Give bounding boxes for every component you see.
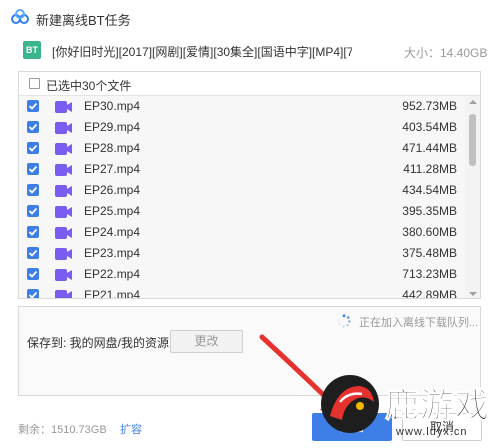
video-file-icon bbox=[55, 122, 73, 134]
file-name: EP24.mp4 bbox=[84, 225, 141, 239]
video-file-icon bbox=[55, 290, 73, 298]
queue-status-text: 正在加入离线下载队列... bbox=[359, 317, 479, 329]
watermark-deer-logo-icon bbox=[321, 375, 379, 433]
scroll-up-arrow-icon[interactable] bbox=[469, 100, 477, 104]
file-name: EP29.mp4 bbox=[84, 120, 141, 134]
file-list-scrollbar[interactable] bbox=[465, 96, 480, 298]
scrollbar-thumb[interactable] bbox=[469, 114, 476, 166]
file-name: EP25.mp4 bbox=[84, 204, 141, 218]
file-size: 471.44MB bbox=[402, 141, 457, 155]
file-size: 442.89MB bbox=[402, 288, 457, 299]
file-checkbox[interactable] bbox=[27, 163, 39, 175]
file-checkbox[interactable] bbox=[27, 247, 39, 259]
file-checkbox[interactable] bbox=[27, 184, 39, 196]
file-row[interactable]: EP24.mp4 380.60MB bbox=[19, 222, 465, 243]
file-size: 952.73MB bbox=[402, 99, 457, 113]
video-file-icon bbox=[55, 185, 73, 197]
file-name: EP30.mp4 bbox=[84, 99, 141, 113]
remaining-space-text: 剩余：1510.73GB bbox=[18, 424, 107, 436]
file-checkbox[interactable] bbox=[27, 205, 39, 217]
file-size: 411.28MB bbox=[403, 162, 457, 176]
video-file-icon bbox=[55, 227, 73, 239]
file-row[interactable]: EP25.mp4 395.35MB bbox=[19, 201, 465, 222]
file-row[interactable]: EP29.mp4 403.54MB bbox=[19, 117, 465, 138]
file-checkbox[interactable] bbox=[27, 289, 39, 298]
file-size: 403.54MB bbox=[402, 120, 457, 134]
torrent-size: 大小：14.40GB bbox=[404, 46, 488, 60]
file-name: EP27.mp4 bbox=[84, 162, 141, 176]
loading-spinner-icon bbox=[338, 314, 351, 328]
file-checkbox[interactable] bbox=[27, 226, 39, 238]
expand-storage-link[interactable]: 扩容 bbox=[120, 421, 142, 437]
file-list: 已选中30个文件 EP30.mp4 952.73MB EP29.mp4 403.54M… bbox=[18, 71, 481, 299]
window-title: 新建离线BT任务 bbox=[36, 13, 131, 28]
video-file-icon bbox=[55, 101, 73, 113]
video-file-icon bbox=[55, 143, 73, 155]
file-row[interactable]: EP22.mp4 713.23MB bbox=[19, 264, 465, 285]
watermark-brand: 鹿游戏 bbox=[385, 386, 490, 427]
video-file-icon bbox=[55, 164, 73, 176]
title-bar: 新建离线BT任务 bbox=[0, 0, 500, 34]
file-name: EP26.mp4 bbox=[84, 183, 141, 197]
file-size: 380.60MB bbox=[402, 225, 457, 239]
file-checkbox[interactable] bbox=[27, 121, 39, 133]
change-location-button[interactable]: 更改 bbox=[170, 330, 243, 353]
file-name: EP28.mp4 bbox=[84, 141, 141, 155]
file-name: EP23.mp4 bbox=[84, 246, 141, 260]
file-size: 375.48MB bbox=[402, 246, 457, 260]
select-all-label[interactable]: 已选中30个文件 bbox=[46, 77, 131, 94]
file-rows: EP30.mp4 952.73MB EP29.mp4 403.54MB EP28.mp4… bbox=[19, 96, 480, 299]
bt-file-icon: BT bbox=[23, 41, 41, 59]
video-file-icon bbox=[55, 206, 73, 218]
video-file-icon bbox=[55, 248, 73, 260]
watermark-url: www.luyx.cn bbox=[396, 426, 468, 438]
video-file-icon bbox=[55, 269, 73, 281]
save-location-label: 保存到: 我的网盘/我的资源 bbox=[27, 336, 170, 350]
file-size: 713.23MB bbox=[402, 267, 457, 281]
file-checkbox[interactable] bbox=[27, 268, 39, 280]
torrent-name: [你好旧时光][2017][网剧][爱情][30集全][国语中字][MP4][7… bbox=[52, 45, 352, 59]
file-list-header: 已选中30个文件 bbox=[19, 72, 480, 96]
file-checkbox[interactable] bbox=[27, 142, 39, 154]
select-all-checkbox[interactable] bbox=[29, 78, 40, 89]
scroll-down-arrow-icon[interactable] bbox=[469, 292, 477, 296]
file-row[interactable]: EP30.mp4 952.73MB bbox=[19, 96, 465, 117]
file-size: 434.54MB bbox=[402, 183, 457, 197]
file-size: 395.35MB bbox=[402, 204, 457, 218]
file-row[interactable]: EP26.mp4 434.54MB bbox=[19, 180, 465, 201]
file-row[interactable]: EP21.mp4 442.89MB bbox=[19, 285, 465, 299]
file-checkbox[interactable] bbox=[27, 100, 39, 112]
file-name: EP22.mp4 bbox=[84, 267, 141, 281]
file-row[interactable]: EP27.mp4 411.28MB bbox=[19, 159, 465, 180]
file-name: EP21.mp4 bbox=[84, 288, 141, 299]
file-row[interactable]: EP23.mp4 375.48MB bbox=[19, 243, 465, 264]
file-row[interactable]: EP28.mp4 471.44MB bbox=[19, 138, 465, 159]
baidu-cloud-logo-icon bbox=[11, 9, 29, 24]
